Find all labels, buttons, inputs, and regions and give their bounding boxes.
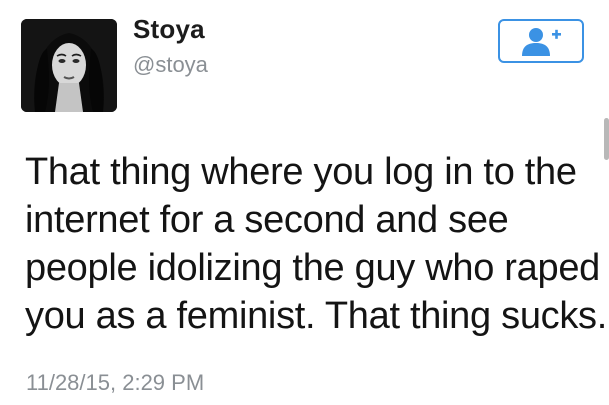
follow-button[interactable] [498, 19, 584, 63]
scrollbar[interactable] [604, 118, 609, 160]
display-name[interactable]: Stoya [133, 14, 205, 45]
tweet-text-line: you as a feminist. That thing sucks. [25, 295, 608, 337]
tweet-text-line: people idolizing the guy who raped [25, 247, 600, 289]
add-user-icon [522, 28, 561, 56]
profile-photo-icon [21, 19, 117, 112]
tweet-card: Stoya @stoya That thing where you log in… [0, 0, 609, 405]
timestamp[interactable]: 11/28/15, 2:29 PM [26, 370, 204, 396]
tweet-text-line: That thing where you log in to the [25, 151, 577, 193]
tweet-text-line: internet for a second and see [25, 199, 509, 241]
tweet-text: That thing where you log in to the inter… [25, 148, 608, 340]
user-handle[interactable]: @stoya [133, 52, 208, 78]
avatar[interactable] [21, 19, 117, 112]
